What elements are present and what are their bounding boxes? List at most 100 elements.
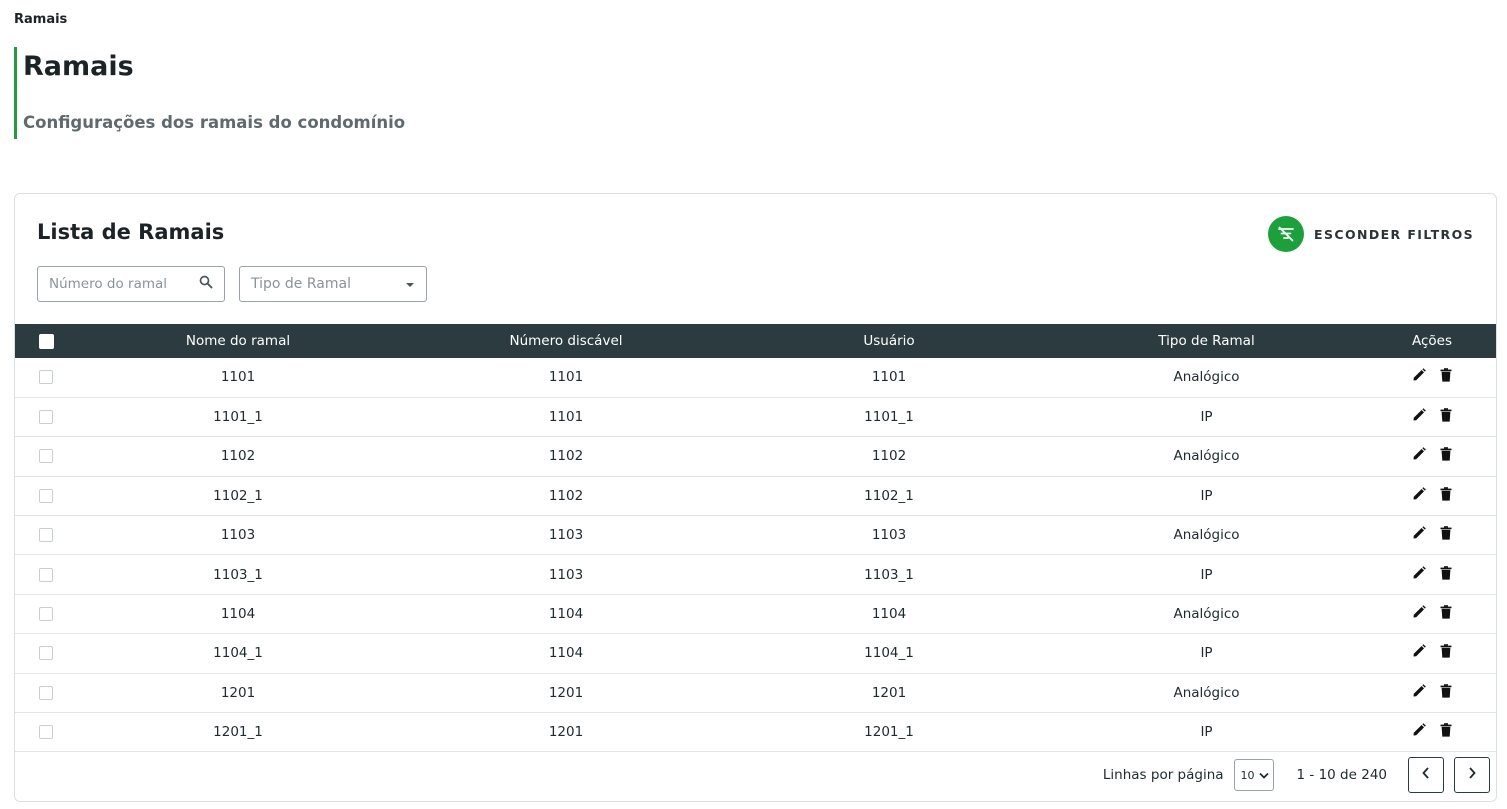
cell-number: 1101 [548,409,584,426]
cell-type: Analógico [1173,448,1240,465]
edit-button[interactable] [1412,565,1426,584]
search-icon [199,275,213,293]
select-all-checkbox[interactable] [38,333,54,349]
edit-button[interactable] [1412,526,1426,544]
table-row[interactable]: 1103 1103 1103 Analógico [15,516,1496,555]
cell-actions [1368,673,1496,712]
trash-icon [1440,684,1452,702]
row-select-cell[interactable] [15,634,77,673]
extension-type-placeholder: Tipo de Ramal [251,276,351,292]
row-select-cell[interactable] [15,358,77,397]
edit-button[interactable] [1412,447,1426,465]
rows-per-page-select[interactable]: 10 [1233,759,1274,791]
table-row[interactable]: 1102_1 1102 1102_1 IP [15,476,1496,516]
header-type[interactable]: Tipo de Ramal [1045,324,1368,358]
row-select-cell[interactable] [15,594,77,633]
row-checkbox[interactable] [39,725,53,740]
trash-icon [1440,723,1452,741]
edit-button[interactable] [1412,684,1426,702]
cell-number: 1104 [548,606,584,623]
delete-button[interactable] [1440,408,1452,426]
delete-button[interactable] [1440,487,1452,505]
header-user[interactable]: Usuário [733,324,1045,358]
table-row[interactable]: 1101_1 1101 1101_1 IP [15,397,1496,437]
row-select-cell[interactable] [15,397,77,436]
delete-button[interactable] [1440,447,1452,465]
edit-button[interactable] [1412,408,1426,426]
row-checkbox[interactable] [39,646,53,661]
table-row[interactable]: 1101 1101 1101 Analógico [15,358,1496,398]
row-checkbox[interactable] [39,488,53,503]
header-number[interactable]: Número discável [399,324,733,358]
extension-number-input[interactable] [49,276,199,292]
delete-button[interactable] [1440,565,1452,584]
previous-page-button[interactable] [1408,757,1444,793]
next-page-button[interactable] [1454,757,1490,793]
delete-button[interactable] [1440,644,1452,662]
row-select-cell[interactable] [15,555,77,594]
row-checkbox[interactable] [39,370,53,385]
cell-actions [1368,594,1496,633]
row-select-cell[interactable] [15,476,77,515]
delete-button[interactable] [1440,368,1452,386]
header-select-all[interactable] [15,324,77,358]
breadcrumb: Ramais [14,12,68,27]
table-row[interactable]: 1104_1 1104 1104_1 IP [15,634,1496,674]
pagination-range: 1 - 10 de 240 [1296,767,1387,783]
cell-user: 1104 [871,606,907,623]
extension-number-search[interactable] [37,266,225,302]
cell-name: 1104_1 [213,645,263,662]
cell-type: IP [1200,487,1213,504]
hide-filters-label: ESCONDER FILTROS [1314,226,1474,242]
cell-number: 1102 [548,448,584,465]
edit-button[interactable] [1412,368,1426,386]
table-row[interactable]: 1201_1 1201 1201_1 IP [15,713,1496,752]
trash-icon [1440,526,1452,544]
row-checkbox[interactable] [39,607,53,622]
pencil-icon [1412,565,1426,584]
cell-type: IP [1200,645,1213,662]
cell-user: 1102_1 [864,487,914,504]
cell-user: 1101_1 [864,409,914,426]
cell-actions [1368,437,1496,476]
table-body: 1101 1101 1101 Analógico 1101_1 1101 1101_1 IP 1… [15,358,1496,752]
cell-number: 1101 [548,369,584,386]
delete-button[interactable] [1440,526,1452,544]
extension-type-select[interactable]: Tipo de Ramal [239,266,427,302]
table-row[interactable]: 1104 1104 1104 Analógico [15,594,1496,634]
card-title: Lista de Ramais [37,220,225,244]
cell-user: 1104_1 [864,645,914,662]
header-name[interactable]: Nome do ramal [77,324,399,358]
cell-name: 1201 [220,684,256,701]
table-row[interactable]: 1102 1102 1102 Analógico [15,437,1496,477]
extensions-table: Nome do ramal Número discável Usuário Ti… [15,324,1496,752]
row-checkbox[interactable] [39,410,53,425]
pencil-icon [1412,368,1426,386]
cell-number: 1201 [548,724,584,741]
row-select-cell[interactable] [15,713,77,752]
row-checkbox[interactable] [39,449,53,464]
rows-per-page-label: Linhas por página [1102,767,1224,783]
cell-name: 1102 [220,448,256,465]
row-select-cell[interactable] [15,437,77,476]
cell-actions [1368,516,1496,555]
edit-button[interactable] [1412,605,1426,623]
pencil-icon [1412,605,1426,623]
delete-button[interactable] [1440,605,1452,623]
edit-button[interactable] [1412,644,1426,662]
row-checkbox[interactable] [39,685,53,700]
cell-name: 1101 [220,369,256,386]
cell-name: 1201_1 [213,724,263,741]
delete-button[interactable] [1440,684,1452,702]
row-checkbox[interactable] [39,567,53,582]
edit-button[interactable] [1412,487,1426,505]
pencil-icon [1412,487,1426,505]
delete-button[interactable] [1440,723,1452,741]
row-select-cell[interactable] [15,673,77,712]
table-row[interactable]: 1201 1201 1201 Analógico [15,673,1496,713]
row-checkbox[interactable] [39,528,53,543]
table-row[interactable]: 1103_1 1103 1103_1 IP [15,555,1496,595]
edit-button[interactable] [1412,723,1426,741]
hide-filters-button[interactable]: ESCONDER FILTROS [1268,216,1474,252]
row-select-cell[interactable] [15,516,77,555]
